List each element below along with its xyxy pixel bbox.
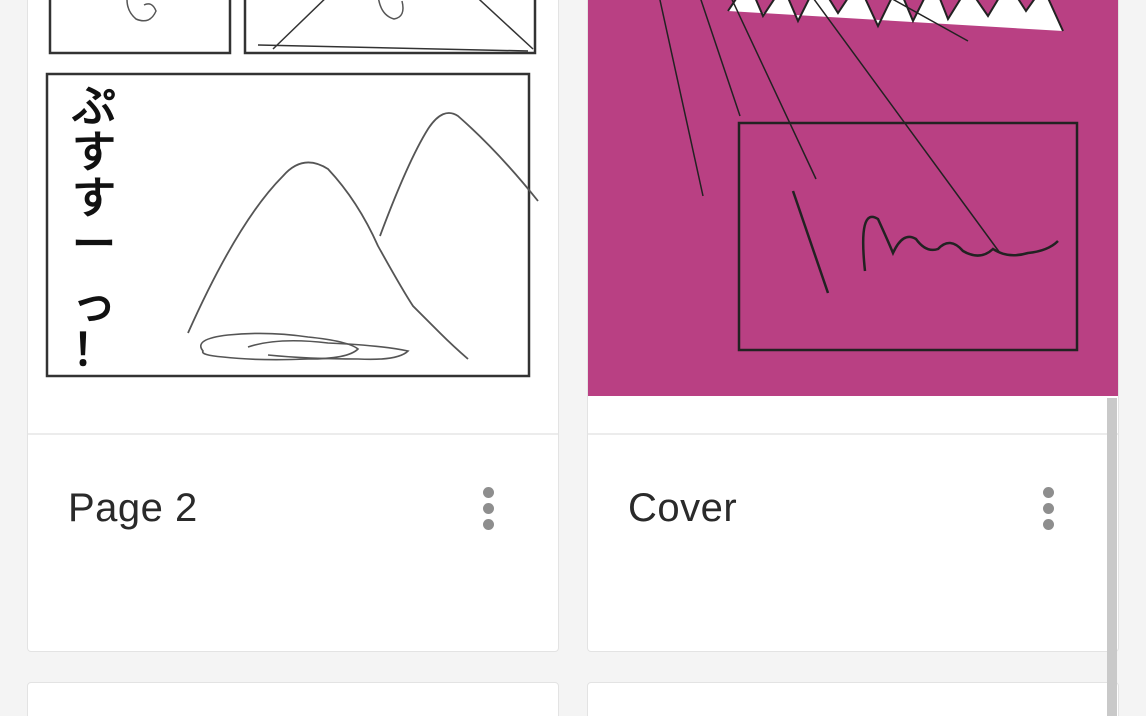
sfx-character: ！ (72, 325, 116, 376)
sfx-character: っ (72, 279, 116, 330)
page-title: Cover (628, 486, 738, 530)
card-divider (28, 433, 558, 435)
more-vertical-icon (482, 486, 494, 530)
more-options-button[interactable] (1028, 478, 1068, 538)
more-vertical-icon (1042, 486, 1054, 530)
sfx-character: ぷ (71, 81, 116, 132)
page-card-cover[interactable]: Cover (587, 0, 1119, 652)
sfx-character: す (72, 173, 116, 224)
page-card-page-2[interactable]: ぷすすーっ！ Page 2 (27, 0, 559, 652)
scrollbar[interactable] (1107, 398, 1117, 716)
manga-page-sketch: ぷすすーっ！ (28, 0, 558, 433)
page-list: ぷすすーっ！ Page 2 Cover (0, 0, 1146, 716)
more-options-button[interactable] (468, 478, 508, 538)
page-card-next-right[interactable] (587, 682, 1119, 716)
sfx-vertical-text: ぷすすーっ！ (71, 81, 116, 376)
page-title: Page 2 (68, 486, 198, 530)
card-divider (588, 433, 1118, 435)
page-thumbnail-cover[interactable] (588, 0, 1118, 433)
svg-text:ぷすすーっ！: ぷすすーっ！ (71, 81, 116, 376)
page-card-next-left[interactable] (27, 682, 559, 716)
page-thumbnail-page-2[interactable]: ぷすすーっ！ (28, 0, 558, 433)
sfx-character: す (72, 127, 116, 178)
cover-sketch (588, 0, 1118, 433)
sfx-character: ー (72, 219, 116, 270)
